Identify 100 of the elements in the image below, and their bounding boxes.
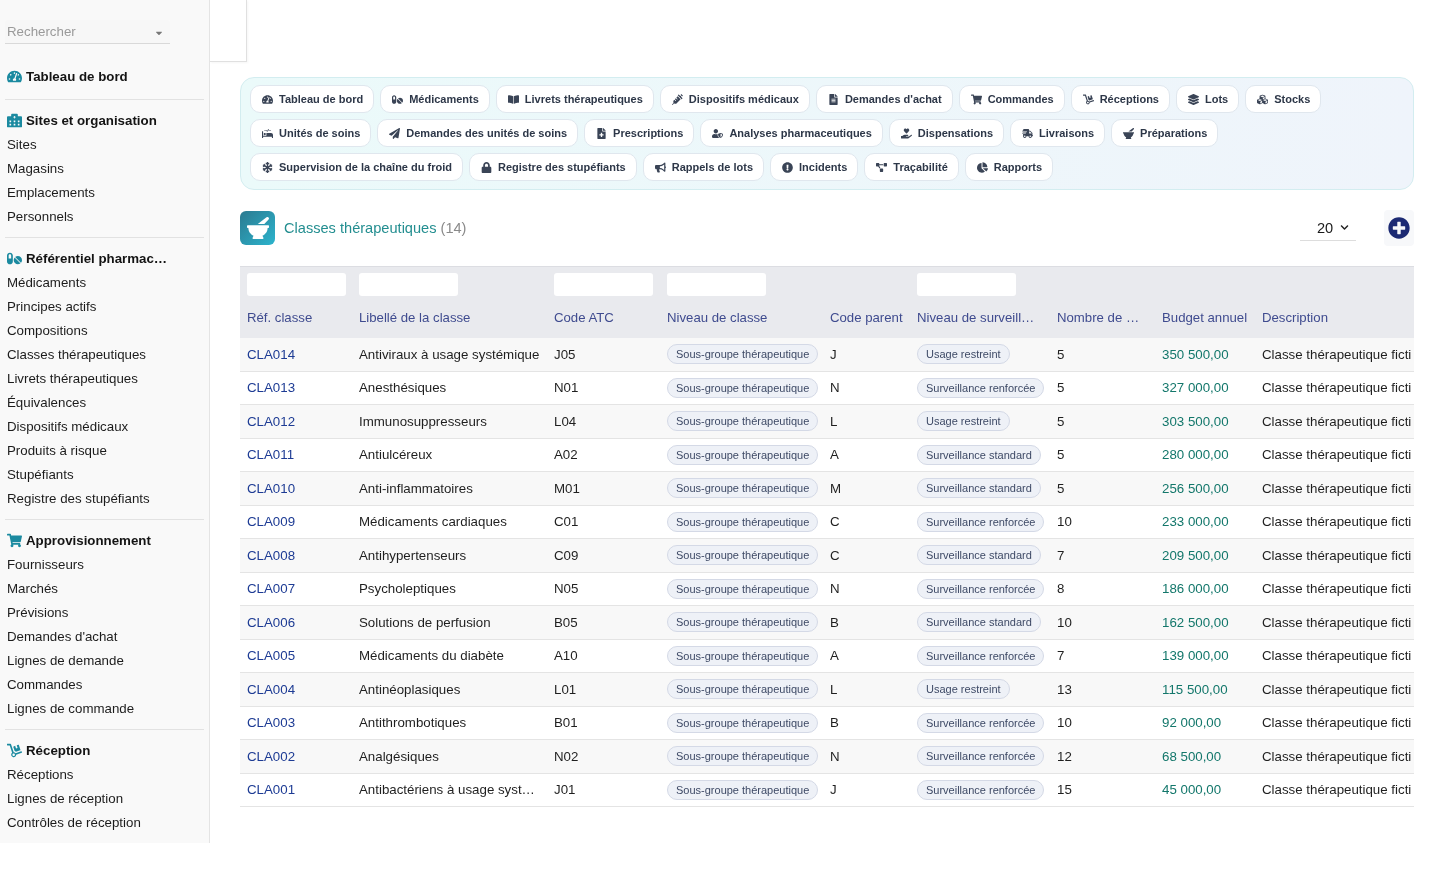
sidebar-item[interactable]: Lignes de commande bbox=[5, 697, 204, 721]
nav-button[interactable]: Tableau de bord bbox=[250, 85, 375, 113]
sidebar-item[interactable]: Classes thérapeutiques bbox=[5, 343, 204, 367]
table-cell: Classe thérapeutique ficti bbox=[1255, 538, 1414, 572]
sidebar-item[interactable]: Sites bbox=[5, 133, 204, 157]
table-cell: 10 bbox=[1050, 505, 1155, 539]
sidebar-heading[interactable]: Tableau de bord bbox=[5, 64, 204, 88]
sidebar-item[interactable]: Principes actifs bbox=[5, 295, 204, 319]
nav-button[interactable]: Dispensations bbox=[888, 119, 1005, 147]
sidebar-item[interactable]: Registre des stupéfiants bbox=[5, 487, 204, 511]
table-cell: M bbox=[823, 471, 910, 505]
sidebar-item[interactable]: Marchés bbox=[5, 577, 204, 601]
nav-button[interactable]: Registre des stupéfiants bbox=[469, 153, 637, 181]
class-link[interactable]: CLA002 bbox=[247, 748, 296, 764]
sidebar-item[interactable]: Livrets thérapeutiques bbox=[5, 367, 204, 391]
nav-button[interactable]: Réceptions bbox=[1070, 85, 1170, 113]
sidebar-heading[interactable]: Sites et organisation bbox=[5, 108, 204, 132]
sidebar-item[interactable]: Médicaments bbox=[5, 271, 204, 295]
class-link[interactable]: CLA003 bbox=[247, 715, 296, 731]
nav-button[interactable]: Supervision de la chaîne du froid bbox=[250, 153, 463, 181]
class-link[interactable]: CLA012 bbox=[247, 413, 296, 429]
table-cell: J bbox=[823, 773, 910, 807]
nav-button[interactable]: Commandes bbox=[958, 85, 1065, 113]
table-cell: N01 bbox=[547, 371, 660, 405]
table-cell: Classe thérapeutique ficti bbox=[1255, 773, 1414, 807]
nav-button[interactable]: Préparations bbox=[1111, 119, 1219, 147]
class-link[interactable]: CLA008 bbox=[247, 547, 296, 563]
column-header[interactable]: Nombre de … bbox=[1057, 308, 1148, 327]
class-link[interactable]: CLA004 bbox=[247, 681, 296, 697]
sidebar-item[interactable]: Contrôles de réception bbox=[5, 811, 204, 835]
table-cell: 7 bbox=[1050, 639, 1155, 673]
column-header[interactable]: Niveau de surveill… bbox=[917, 308, 1043, 327]
nav-button[interactable]: Demandes d'achat bbox=[815, 85, 953, 113]
class-link[interactable]: CLA013 bbox=[247, 380, 296, 396]
nav-button[interactable]: Incidents bbox=[770, 153, 859, 181]
class-link[interactable]: CLA011 bbox=[247, 447, 295, 463]
column-header[interactable]: Code ATC bbox=[554, 308, 653, 327]
class-link[interactable]: CLA014 bbox=[247, 346, 296, 362]
bed-icon bbox=[262, 127, 273, 139]
nav-button[interactable]: Traçabilité bbox=[864, 153, 959, 181]
nav-button[interactable]: Livrets thérapeutiques bbox=[495, 85, 654, 113]
sidebar-item[interactable]: Équivalences bbox=[5, 391, 204, 415]
sidebar-item[interactable]: Personnels bbox=[5, 205, 204, 229]
class-link[interactable]: CLA010 bbox=[247, 480, 296, 496]
sidebar-item[interactable]: Lignes de réception bbox=[5, 787, 204, 811]
sidebar-item[interactable]: Emplacements bbox=[5, 181, 204, 205]
gauge-icon bbox=[7, 68, 22, 84]
sidebar-item[interactable]: Dispositifs médicaux bbox=[5, 415, 204, 439]
class-link[interactable]: CLA007 bbox=[247, 581, 296, 597]
level-tag: Surveillance standard bbox=[917, 545, 1041, 566]
class-link[interactable]: CLA001 bbox=[247, 782, 296, 798]
column-header[interactable]: Description bbox=[1262, 308, 1407, 327]
sidebar-item[interactable]: Produits à risque bbox=[5, 439, 204, 463]
amount-cell: 186 000,00 bbox=[1155, 572, 1255, 606]
sidebar-item[interactable]: Réceptions bbox=[5, 763, 204, 787]
level-tag: Sous-groupe thérapeutique bbox=[667, 444, 819, 465]
table-cell: 12 bbox=[1050, 739, 1155, 773]
column-header[interactable]: Réf. classe bbox=[247, 308, 345, 327]
column-header[interactable]: Budget annuel bbox=[1162, 308, 1248, 327]
table-cell: Solutions de perfusion bbox=[352, 605, 547, 639]
column-header[interactable]: Niveau de classe bbox=[667, 308, 816, 327]
class-link[interactable]: CLA005 bbox=[247, 648, 296, 664]
table-cell: Médicaments cardiaques bbox=[352, 505, 547, 539]
table-cell: L04 bbox=[547, 404, 660, 438]
table-cell: N02 bbox=[547, 739, 660, 773]
page-size-select[interactable]: 20 bbox=[1300, 215, 1356, 241]
nav-button[interactable]: Unités de soins bbox=[250, 119, 372, 147]
sidebar-heading[interactable]: Référentiel pharmac… bbox=[5, 246, 204, 270]
nav-button[interactable]: Livraisons bbox=[1010, 119, 1106, 147]
sidebar-item[interactable]: Stupéfiants bbox=[5, 463, 204, 487]
nav-button[interactable]: Demandes des unités de soins bbox=[377, 119, 579, 147]
sidebar-item[interactable]: Demandes d'achat bbox=[5, 625, 204, 649]
sidebar-heading[interactable]: Réception bbox=[5, 738, 204, 762]
column-header[interactable]: Code parent bbox=[830, 308, 903, 327]
nav-button[interactable]: Dispositifs médicaux bbox=[659, 85, 810, 113]
nav-button[interactable]: Analyses pharmaceutiques bbox=[700, 119, 883, 147]
nav-button[interactable]: Lots bbox=[1175, 85, 1240, 113]
nav-button[interactable]: Rapports bbox=[964, 153, 1054, 181]
table-cell: A02 bbox=[547, 438, 660, 472]
nav-button[interactable]: Stocks bbox=[1245, 85, 1322, 113]
nav-button[interactable]: Médicaments bbox=[380, 85, 490, 113]
amount-cell: 233 000,00 bbox=[1155, 505, 1255, 539]
nav-button[interactable]: Prescriptions bbox=[584, 119, 695, 147]
column-header[interactable]: Libellé de la classe bbox=[359, 308, 540, 327]
sidebar-item[interactable]: Commandes bbox=[5, 673, 204, 697]
table-cell: L bbox=[823, 672, 910, 706]
sidebar-item[interactable]: Magasins bbox=[5, 157, 204, 181]
sidebar-item[interactable]: Fournisseurs bbox=[5, 553, 204, 577]
table-cell: 5 bbox=[1050, 471, 1155, 505]
sidebar-item[interactable]: Compositions bbox=[5, 319, 204, 343]
sidebar-item[interactable]: Lignes de demande bbox=[5, 649, 204, 673]
class-link[interactable]: CLA009 bbox=[247, 514, 296, 530]
book-icon bbox=[507, 93, 519, 105]
sidebar-heading[interactable]: Approvisionnement bbox=[5, 528, 204, 552]
table-cell: Antithrombotiques bbox=[352, 706, 547, 740]
table-cell: A bbox=[823, 639, 910, 673]
sidebar-item[interactable]: Prévisions bbox=[5, 601, 204, 625]
nav-button[interactable]: Rappels de lots bbox=[642, 153, 765, 181]
add-button[interactable] bbox=[1384, 210, 1414, 246]
class-link[interactable]: CLA006 bbox=[247, 614, 296, 630]
